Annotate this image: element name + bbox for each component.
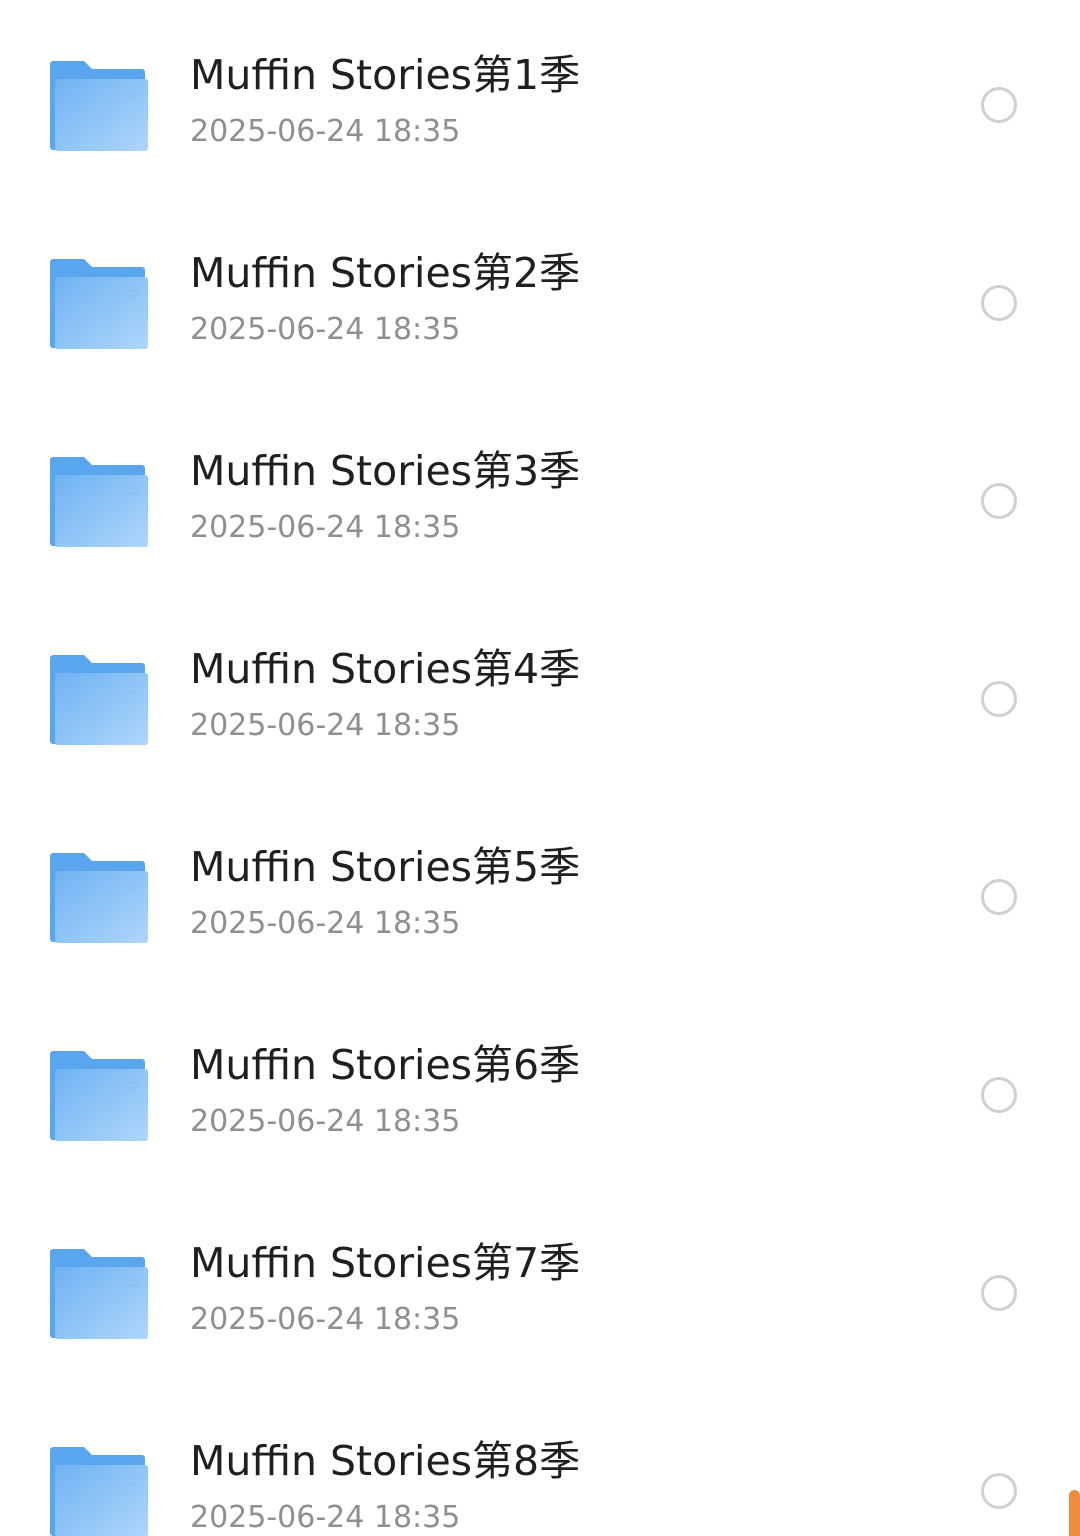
file-list: Muffin Stories第1季 2025-06-24 18:35 Muffi… [0, 0, 1080, 1536]
folder-icon [50, 853, 148, 943]
folder-name: Muffin Stories第7季 [190, 1239, 581, 1287]
folder-date: 2025-06-24 18:35 [190, 1302, 461, 1337]
select-radio-button[interactable] [981, 1473, 1017, 1509]
folder-name: Muffin Stories第1季 [190, 51, 581, 99]
folder-icon [50, 1447, 148, 1536]
folder-row[interactable]: Muffin Stories第6季 2025-06-24 18:35 [0, 990, 1080, 1188]
select-radio-button[interactable] [981, 285, 1017, 321]
folder-row[interactable]: Muffin Stories第5季 2025-06-24 18:35 [0, 792, 1080, 990]
folder-row[interactable]: Muffin Stories第1季 2025-06-24 18:35 [0, 0, 1080, 198]
folder-row[interactable]: Muffin Stories第7季 2025-06-24 18:35 [0, 1188, 1080, 1386]
scrollbar-thumb[interactable] [1069, 1490, 1080, 1536]
folder-icon [50, 1051, 148, 1141]
select-radio-button[interactable] [981, 1275, 1017, 1311]
select-radio-button[interactable] [981, 1077, 1017, 1113]
folder-row[interactable]: Muffin Stories第3季 2025-06-24 18:35 [0, 396, 1080, 594]
folder-name: Muffin Stories第6季 [190, 1041, 581, 1089]
folder-icon [50, 655, 148, 745]
select-radio-button[interactable] [981, 681, 1017, 717]
folder-row[interactable]: Muffin Stories第8季 2025-06-24 18:35 [0, 1386, 1080, 1536]
folder-name: Muffin Stories第2季 [190, 249, 581, 297]
select-radio-button[interactable] [981, 483, 1017, 519]
folder-date: 2025-06-24 18:35 [190, 708, 461, 743]
folder-date: 2025-06-24 18:35 [190, 114, 461, 149]
folder-name: Muffin Stories第8季 [190, 1437, 581, 1485]
folder-date: 2025-06-24 18:35 [190, 1104, 461, 1139]
select-radio-button[interactable] [981, 87, 1017, 123]
folder-name: Muffin Stories第4季 [190, 645, 581, 693]
folder-date: 2025-06-24 18:35 [190, 510, 461, 545]
folder-date: 2025-06-24 18:35 [190, 906, 461, 941]
folder-icon [50, 61, 148, 151]
folder-date: 2025-06-24 18:35 [190, 312, 461, 347]
folder-name: Muffin Stories第3季 [190, 447, 581, 495]
folder-row[interactable]: Muffin Stories第2季 2025-06-24 18:35 [0, 198, 1080, 396]
folder-icon [50, 457, 148, 547]
folder-icon [50, 1249, 148, 1339]
folder-row[interactable]: Muffin Stories第4季 2025-06-24 18:35 [0, 594, 1080, 792]
folder-name: Muffin Stories第5季 [190, 843, 581, 891]
folder-date: 2025-06-24 18:35 [190, 1500, 461, 1535]
folder-icon [50, 259, 148, 349]
select-radio-button[interactable] [981, 879, 1017, 915]
